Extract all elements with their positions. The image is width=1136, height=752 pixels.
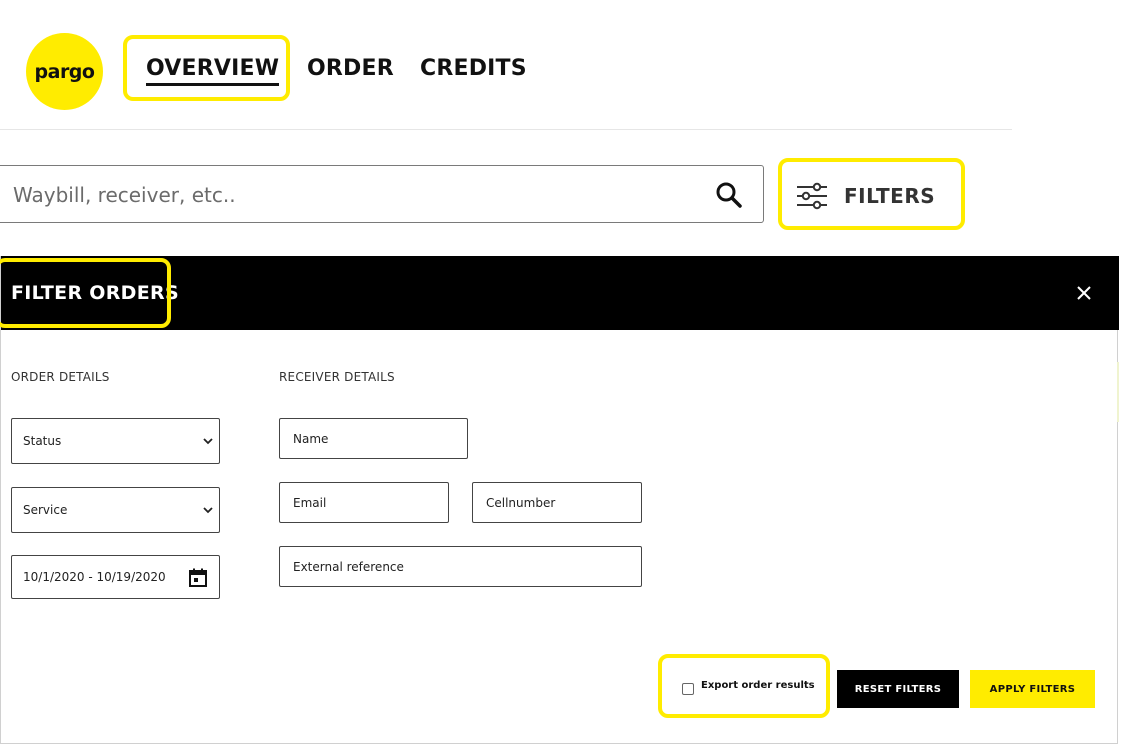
status-select-value: Status — [23, 434, 62, 448]
title-highlight — [0, 258, 171, 328]
receiver-details-label: RECEIVER DETAILS — [279, 370, 395, 384]
name-input[interactable] — [291, 430, 454, 447]
date-range-value: 10/1/2020 - 10/19/2020 — [23, 570, 166, 584]
email-input[interactable] — [291, 494, 438, 511]
filters-label: FILTERS — [844, 184, 936, 208]
cellnumber-input[interactable] — [484, 494, 631, 511]
cellnumber-field[interactable] — [472, 482, 642, 523]
order-details-label: ORDER DETAILS — [11, 370, 110, 384]
service-select[interactable]: Service — [11, 487, 220, 533]
status-select[interactable]: Status — [11, 418, 220, 464]
logo-text: pargo — [34, 60, 95, 83]
header-divider — [0, 129, 1012, 130]
export-checkbox[interactable] — [682, 683, 694, 695]
filters-button[interactable]: FILTERS — [796, 176, 935, 216]
calendar-icon[interactable] — [189, 568, 207, 587]
filter-orders-modal: FILTER ORDERS ORDER DETAILS RECEIVER DET… — [0, 256, 1119, 744]
name-field[interactable] — [279, 418, 468, 459]
search-input[interactable] — [11, 166, 695, 224]
nav-credits[interactable]: CREDITS — [420, 56, 527, 81]
chevron-down-icon — [203, 507, 213, 514]
pargo-logo[interactable]: pargo — [26, 33, 103, 110]
export-label: Export order results — [701, 680, 815, 691]
sliders-icon — [797, 182, 827, 210]
email-field[interactable] — [279, 482, 449, 523]
external-reference-field[interactable] — [279, 546, 642, 587]
modal-header: FILTER ORDERS — [0, 256, 1119, 330]
chevron-down-icon — [203, 438, 213, 445]
nav-order[interactable]: ORDER — [307, 56, 394, 81]
external-reference-input[interactable] — [291, 558, 602, 575]
close-icon[interactable] — [1075, 284, 1093, 302]
search-box — [0, 165, 764, 224]
service-select-value: Service — [23, 503, 68, 517]
date-range-field[interactable]: 10/1/2020 - 10/19/2020 — [11, 555, 220, 599]
background-edge — [1117, 362, 1119, 422]
nav-overview[interactable]: OVERVIEW — [146, 56, 280, 86]
reset-filters-button[interactable]: RESET FILTERS — [837, 670, 959, 708]
apply-filters-button[interactable]: APPLY FILTERS — [970, 670, 1095, 708]
search-icon[interactable] — [715, 181, 743, 209]
